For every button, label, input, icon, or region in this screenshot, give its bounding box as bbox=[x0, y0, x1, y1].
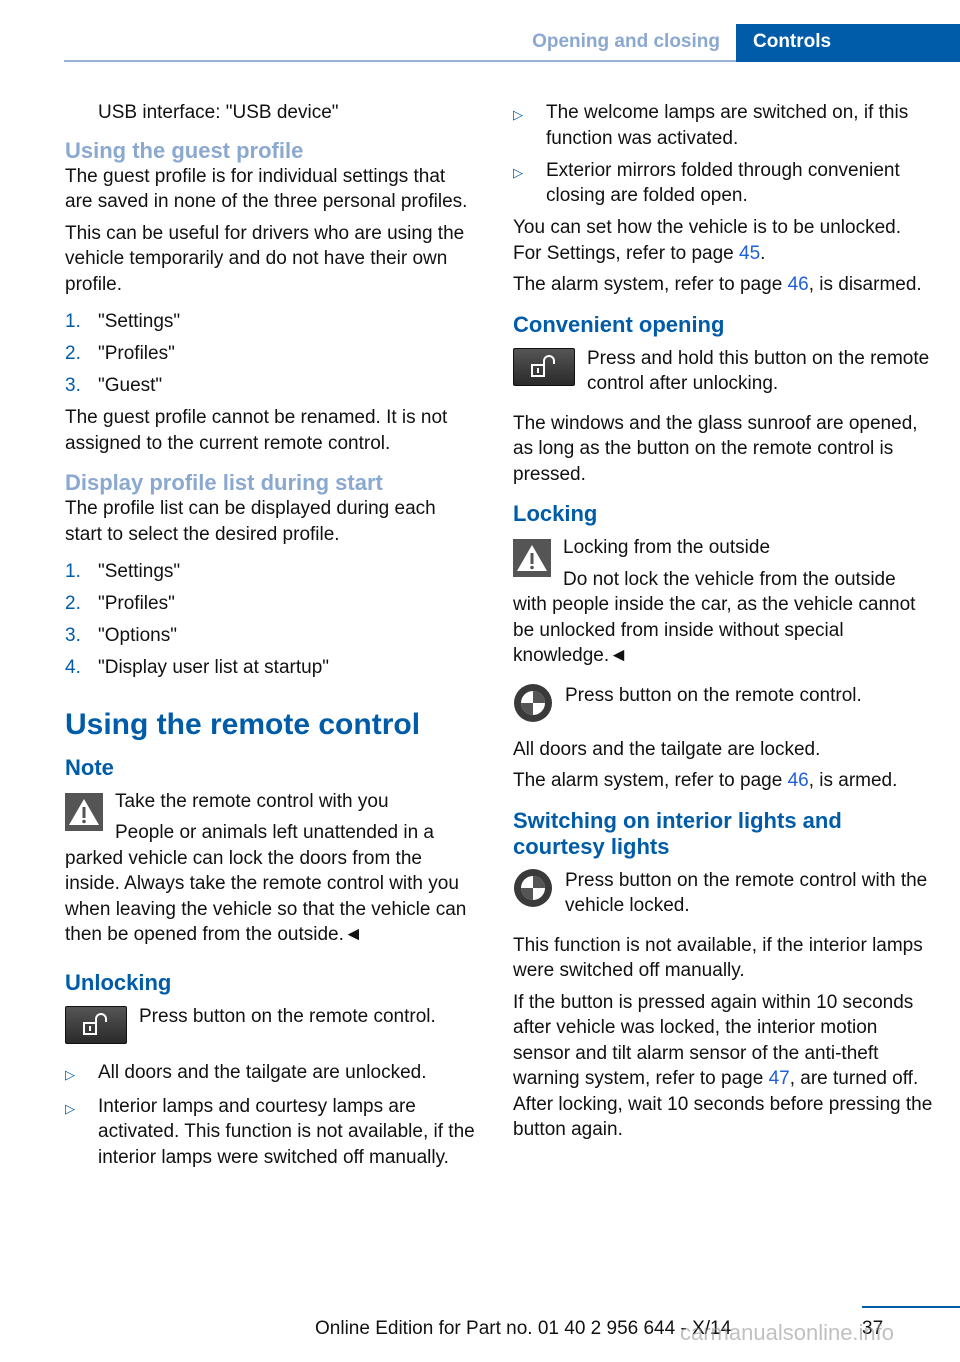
guest-steps: 1. "Settings" 2. "Profiles" 3. "Guest" bbox=[65, 309, 475, 399]
warning-icon bbox=[513, 539, 551, 577]
step-number: 4. bbox=[65, 657, 81, 678]
left-column: USB interface: "USB device" Using the gu… bbox=[65, 100, 475, 1177]
bullet-triangle-icon: ▷ bbox=[65, 1066, 75, 1082]
bullet-text: Exterior mirrors folded through convenie… bbox=[546, 159, 900, 207]
guest-p3: The guest profile cannot be renamed. It … bbox=[65, 407, 448, 454]
step-text: "Settings" bbox=[98, 311, 181, 332]
display-profile-heading: Display profile list during start bbox=[65, 470, 383, 495]
step-number: 1. bbox=[65, 311, 81, 332]
usb-line: USB interface: "USB device" bbox=[98, 102, 339, 123]
list-item: 3. "Options" bbox=[65, 623, 475, 649]
step-text: "Settings" bbox=[98, 561, 181, 582]
section-tab[interactable]: Opening and closing bbox=[532, 31, 720, 53]
alarm-paragraph: The alarm system, refer to page 46, is d… bbox=[513, 272, 933, 298]
alarm-text: The alarm system, refer to page bbox=[513, 770, 788, 791]
locking-warning-title: Locking from the outside bbox=[563, 537, 771, 558]
bmw-logo-button-icon bbox=[514, 683, 552, 722]
convenient-p1: The windows and the glass sunroof are op… bbox=[513, 412, 918, 485]
note-heading: Note bbox=[65, 754, 114, 780]
step-text: "Guest" bbox=[98, 375, 163, 396]
settings-text: You can set how the vehicle is to be unl… bbox=[513, 217, 901, 264]
guest-p1: The guest profile is for individual sett… bbox=[65, 165, 468, 213]
unlock-instruction: Press button on the remote control. bbox=[65, 1004, 475, 1044]
locking-alarm-paragraph: The alarm system, refer to page 46, is a… bbox=[513, 768, 933, 794]
settings-paragraph: You can set how the vehicle is to be unl… bbox=[513, 217, 901, 264]
convenient-instruction: Press and hold this button on the remote… bbox=[513, 346, 933, 397]
guest-profile-heading: Using the guest profile bbox=[65, 137, 304, 163]
remote-control-heading: Using the remote control bbox=[65, 707, 421, 741]
page-link-45[interactable]: 45 bbox=[739, 243, 760, 264]
bmw-logo-button-icon bbox=[514, 868, 552, 907]
list-item: 3. "Guest" bbox=[65, 373, 475, 399]
convenient-opening-heading: Convenient opening bbox=[513, 311, 725, 337]
list-item: ▷ Exterior mirrors folded through conveni… bbox=[513, 158, 933, 209]
interior-lights-heading: Switching on interior lights and courtes… bbox=[513, 807, 842, 859]
bullet-text: All doors and the tailgate are unlocked. bbox=[98, 1061, 427, 1083]
page-link-46[interactable]: 46 bbox=[788, 274, 809, 295]
header-divider bbox=[64, 60, 736, 62]
warning-note: Take the remote control with you People … bbox=[65, 789, 475, 948]
step-text: "Options" bbox=[98, 625, 177, 646]
warning-icon bbox=[65, 792, 103, 831]
bullet-triangle-icon: ▷ bbox=[513, 164, 523, 180]
step-number: 3. bbox=[65, 625, 81, 646]
display-steps: 1. "Settings" 2. "Profiles" 3. "Options" 4.… bbox=[65, 559, 475, 681]
step-text: "Display user list at startup" bbox=[98, 657, 330, 678]
unlocking-bullets: ▷ All doors and the tailgate are unlocked… bbox=[65, 1060, 475, 1171]
unlocking-heading: Unlocking bbox=[65, 969, 172, 995]
watermark: carmanualsonline.info bbox=[680, 1320, 895, 1345]
list-item: ▷ All doors and the tailgate are unlocked… bbox=[65, 1060, 475, 1088]
locking-p1: All doors and the tailgate are locked. bbox=[513, 738, 821, 760]
list-item: 4. "Display user list at startup" bbox=[65, 655, 475, 681]
step-number: 2. bbox=[65, 593, 81, 614]
guest-p2: This can be useful for drivers who are u… bbox=[65, 222, 465, 295]
unlocking-bullets-cont: ▷ The welcome lamps are switched on, if t… bbox=[513, 100, 933, 209]
unlock-press-text: Press button on the remote control. bbox=[139, 1005, 436, 1027]
step-text: "Profiles" bbox=[98, 593, 175, 614]
convenient-press-text: Press and hold this button on the remote… bbox=[587, 347, 930, 395]
display-p1: The profile list can be displayed during… bbox=[65, 498, 436, 545]
page-link-47[interactable]: 47 bbox=[769, 1068, 790, 1089]
lights-press-text: Press button on the remote control with … bbox=[565, 869, 928, 917]
page-link-46[interactable]: 46 bbox=[788, 770, 809, 791]
warning-text: People or animals left unattended in a p… bbox=[65, 822, 467, 945]
step-text: "Profiles" bbox=[98, 343, 175, 364]
warning-title: Take the remote control with you bbox=[115, 790, 389, 812]
list-item: 2. "Profiles" bbox=[65, 341, 475, 367]
list-item: ▷ Interior lamps and courtesy lamps are a… bbox=[65, 1094, 475, 1171]
list-item: 2. "Profiles" bbox=[65, 591, 475, 617]
bullet-text: Interior lamps and courtesy lamps are ac… bbox=[98, 1095, 475, 1168]
lights-p1: This function is not available, if the i… bbox=[513, 934, 923, 982]
unlock-button-icon bbox=[513, 347, 575, 386]
step-number: 2. bbox=[65, 343, 81, 364]
bullet-triangle-icon: ▷ bbox=[513, 107, 523, 122]
unlock-button-icon bbox=[65, 1005, 127, 1044]
step-number: 1. bbox=[65, 561, 81, 582]
alarm-text: The alarm system, refer to page bbox=[513, 274, 788, 295]
lights-p2: If the button is pressed again within 10… bbox=[513, 990, 933, 1143]
locking-heading: Locking bbox=[513, 501, 598, 526]
footer-edition: Online Edition for Part no. 01 40 2 956 … bbox=[315, 1318, 732, 1339]
list-item: 1. "Settings" bbox=[65, 309, 475, 335]
locking-warning-text: Do not lock the vehicle from the outside… bbox=[513, 568, 916, 667]
alarm-tail: , is disarmed. bbox=[808, 274, 922, 295]
bullet-text: The welcome lamps are switched on, if th… bbox=[546, 102, 909, 149]
locking-warning: Locking from the outside Do not lock the… bbox=[513, 535, 933, 669]
right-column: ▷ The welcome lamps are switched on, if t… bbox=[513, 100, 933, 1149]
step-number: 3. bbox=[65, 375, 81, 396]
lock-press-text: Press button on the remote control. bbox=[565, 684, 862, 706]
list-item: 1. "Settings" bbox=[65, 559, 475, 585]
footer-divider bbox=[862, 1306, 960, 1308]
lights-instruction: Press button on the remote control with … bbox=[513, 868, 933, 919]
alarm-tail: , is armed. bbox=[808, 770, 898, 791]
chapter-tab[interactable]: Controls bbox=[736, 24, 960, 62]
bullet-triangle-icon: ▷ bbox=[65, 1100, 75, 1116]
list-item: ▷ The welcome lamps are switched on, if t… bbox=[513, 100, 933, 151]
lock-instruction: Press button on the remote control. bbox=[513, 683, 933, 723]
